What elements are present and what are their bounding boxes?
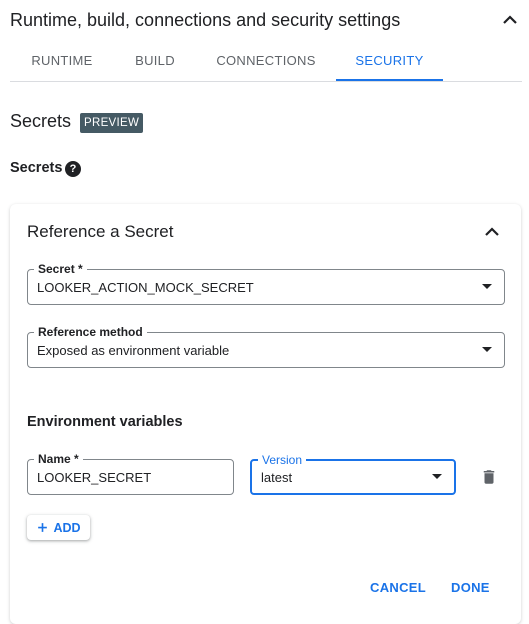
env-name-value: LOOKER_SECRET (37, 469, 152, 485)
settings-tabs: RUNTIME BUILD CONNECTIONS SECURITY (10, 48, 522, 82)
reference-method-value: Exposed as environment variable (37, 342, 230, 358)
help-icon[interactable]: ? (65, 161, 81, 177)
dropdown-arrow-icon (432, 474, 442, 479)
section-header-title: Runtime, build, connections and security… (10, 10, 401, 30)
version-value: latest (261, 469, 293, 485)
done-button[interactable]: DONE (451, 580, 490, 595)
reference-method-select[interactable]: Reference method Exposed as environment … (27, 325, 505, 368)
add-label: ADD (53, 520, 81, 535)
version-select[interactable]: Version latest (250, 453, 456, 495)
secret-value: LOOKER_ACTION_MOCK_SECRET (37, 279, 254, 295)
preview-badge: PREVIEW (80, 113, 144, 133)
add-env-button[interactable]: ADD (27, 515, 90, 540)
dropdown-arrow-icon (482, 347, 492, 352)
cancel-button[interactable]: CANCEL (370, 580, 426, 595)
tab-connections[interactable]: CONNECTIONS (196, 48, 336, 80)
chevron-up-icon[interactable] (480, 220, 504, 244)
plus-icon (38, 523, 48, 532)
tab-security[interactable]: SECURITY (336, 48, 443, 81)
chevron-up-icon[interactable] (498, 8, 522, 32)
secrets-subtitle: Secrets (10, 160, 63, 176)
dropdown-arrow-icon (482, 284, 492, 289)
tab-build[interactable]: BUILD (114, 48, 196, 80)
secrets-title: Secrets (10, 111, 72, 131)
delete-icon[interactable] (480, 468, 498, 486)
env-variables-title: Environment variables (27, 414, 183, 430)
env-name-field[interactable]: Name * LOOKER_SECRET (27, 452, 234, 495)
secret-select[interactable]: Secret * LOOKER_ACTION_MOCK_SECRET (27, 262, 505, 305)
tab-runtime[interactable]: RUNTIME (10, 48, 114, 80)
card-title: Reference a Secret (27, 222, 174, 241)
